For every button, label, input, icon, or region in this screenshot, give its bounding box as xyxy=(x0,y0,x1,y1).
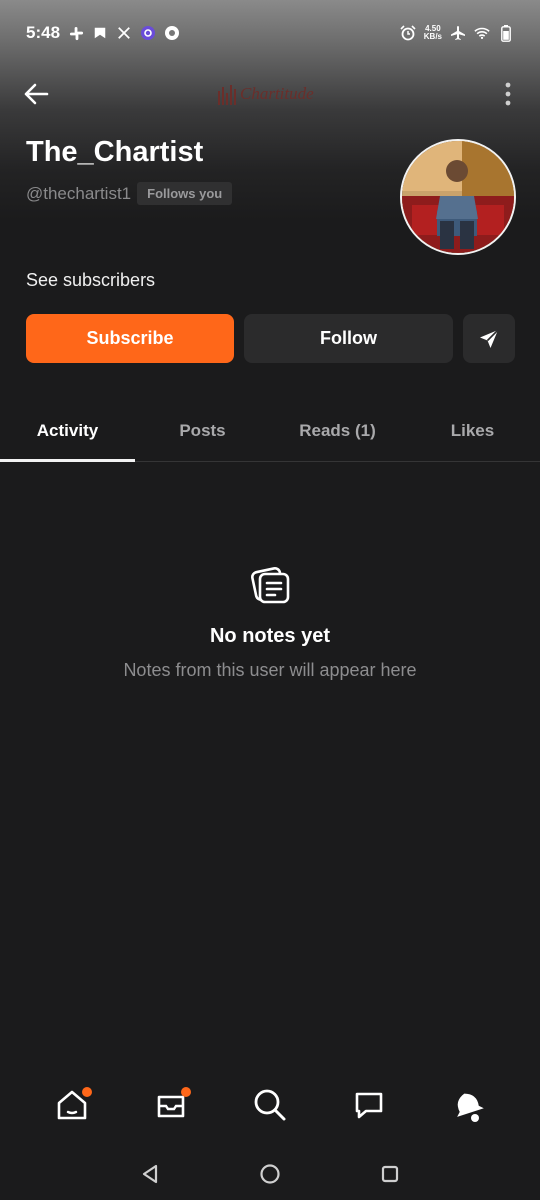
slack-icon xyxy=(68,25,84,41)
logo-text: Chartitude xyxy=(240,84,314,103)
square-recents-icon xyxy=(381,1165,399,1183)
avatar[interactable] xyxy=(400,139,516,255)
send-icon xyxy=(480,328,499,348)
settings-badge-icon xyxy=(140,25,156,41)
circle-home-icon xyxy=(260,1164,280,1184)
inbox-notification-dot xyxy=(180,1087,191,1097)
tab-posts[interactable]: Posts xyxy=(135,402,270,460)
tab-likes[interactable]: Likes xyxy=(405,402,540,460)
more-vertical-icon xyxy=(505,82,511,106)
system-home-button[interactable] xyxy=(255,1159,285,1189)
avatar-photo xyxy=(402,141,514,253)
nav-notifications[interactable] xyxy=(444,1081,492,1129)
network-speed: 4.50 KB/s xyxy=(424,25,442,41)
top-app-bar: Chartitude xyxy=(0,70,540,118)
profile-name: The_Chartist xyxy=(26,136,204,168)
send-message-button[interactable] xyxy=(463,314,515,363)
follows-you-badge: Follows you xyxy=(137,182,233,205)
empty-state-title: No notes yet xyxy=(209,625,331,647)
back-button[interactable] xyxy=(18,78,54,110)
bookmark-icon xyxy=(92,25,108,41)
search-icon xyxy=(254,1089,286,1121)
nav-chat[interactable] xyxy=(345,1081,393,1129)
bar-chart-logo-icon xyxy=(218,85,236,105)
chat-icon xyxy=(355,1092,383,1119)
alarm-icon xyxy=(400,25,416,41)
tab-reads[interactable]: Reads (1) xyxy=(270,402,405,460)
back-arrow-icon xyxy=(24,83,49,105)
wifi-icon xyxy=(474,25,490,41)
battery-icon xyxy=(498,24,514,42)
profile-tabs: Activity Posts Reads (1) Likes xyxy=(0,402,540,462)
empty-state-subtitle: Notes from this user will appear here xyxy=(123,660,417,680)
subscribe-button[interactable]: Subscribe xyxy=(26,314,234,363)
system-recents-button[interactable] xyxy=(375,1159,405,1189)
system-back-button[interactable] xyxy=(135,1159,165,1189)
triangle-back-icon xyxy=(142,1164,158,1184)
status-right: 4.50 KB/s xyxy=(400,24,514,42)
see-subscribers-link[interactable]: See subscribers xyxy=(26,270,155,291)
record-icon xyxy=(164,25,180,41)
profile-handle: @thechartist1 xyxy=(26,183,132,203)
nav-inbox[interactable] xyxy=(147,1081,195,1129)
airplane-icon xyxy=(450,25,466,41)
nav-home[interactable] xyxy=(48,1081,96,1129)
handle-row: @thechartist1 Follows you xyxy=(26,182,233,205)
status-bar: 5:48 4.50 KB/s xyxy=(0,0,540,66)
x-icon xyxy=(116,25,132,41)
status-time: 5:48 xyxy=(26,23,61,42)
bell-icon xyxy=(457,1093,485,1122)
publication-logo[interactable]: Chartitude xyxy=(218,80,314,108)
net-speed-unit: KB/s xyxy=(423,32,442,41)
more-options-button[interactable] xyxy=(498,78,518,110)
home-notification-dot xyxy=(81,1087,92,1097)
system-navigation xyxy=(0,1148,540,1200)
tab-activity[interactable]: Activity xyxy=(0,402,135,462)
bottom-navigation xyxy=(0,1070,540,1140)
follow-button[interactable]: Follow xyxy=(244,314,453,363)
status-left: 5:48 xyxy=(26,23,180,43)
empty-state: No notes yet Notes from this user will a… xyxy=(0,566,540,681)
notes-icon xyxy=(248,566,292,606)
nav-search[interactable] xyxy=(246,1081,294,1129)
